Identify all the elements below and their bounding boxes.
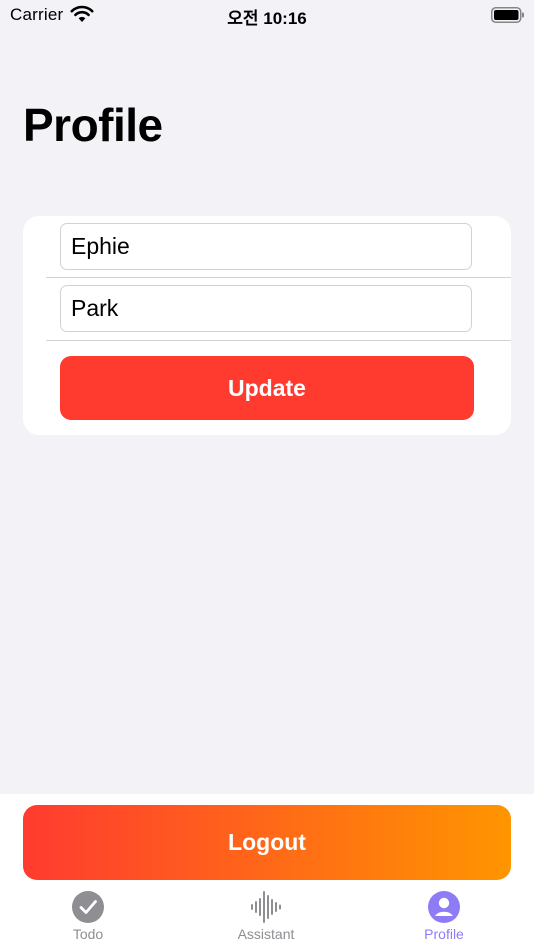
divider	[46, 277, 511, 278]
divider	[46, 340, 511, 341]
tab-profile[interactable]: Profile	[384, 888, 504, 948]
update-button[interactable]: Update	[60, 356, 474, 420]
battery-icon	[491, 7, 524, 23]
status-bar: Carrier 오전 10:16	[0, 0, 534, 32]
tab-label-todo: Todo	[72, 926, 104, 942]
waveform-icon	[251, 891, 281, 923]
page-title: Profile	[23, 99, 163, 151]
person-circle-icon	[428, 891, 460, 923]
profile-form-card: Update	[23, 216, 511, 435]
tab-label-assistant: Assistant	[237, 926, 295, 942]
first-name-field[interactable]	[60, 223, 472, 270]
tab-todo[interactable]: Todo	[28, 888, 148, 948]
tab-assistant[interactable]: Assistant	[206, 888, 326, 948]
checkmark-circle-icon	[72, 891, 104, 923]
logout-button[interactable]: Logout	[23, 805, 511, 880]
bottom-bar: Logout Todo Assistant Profile	[0, 794, 534, 950]
status-time: 오전 10:16	[227, 9, 307, 28]
last-name-field[interactable]	[60, 285, 472, 332]
tab-label-profile: Profile	[424, 926, 464, 942]
